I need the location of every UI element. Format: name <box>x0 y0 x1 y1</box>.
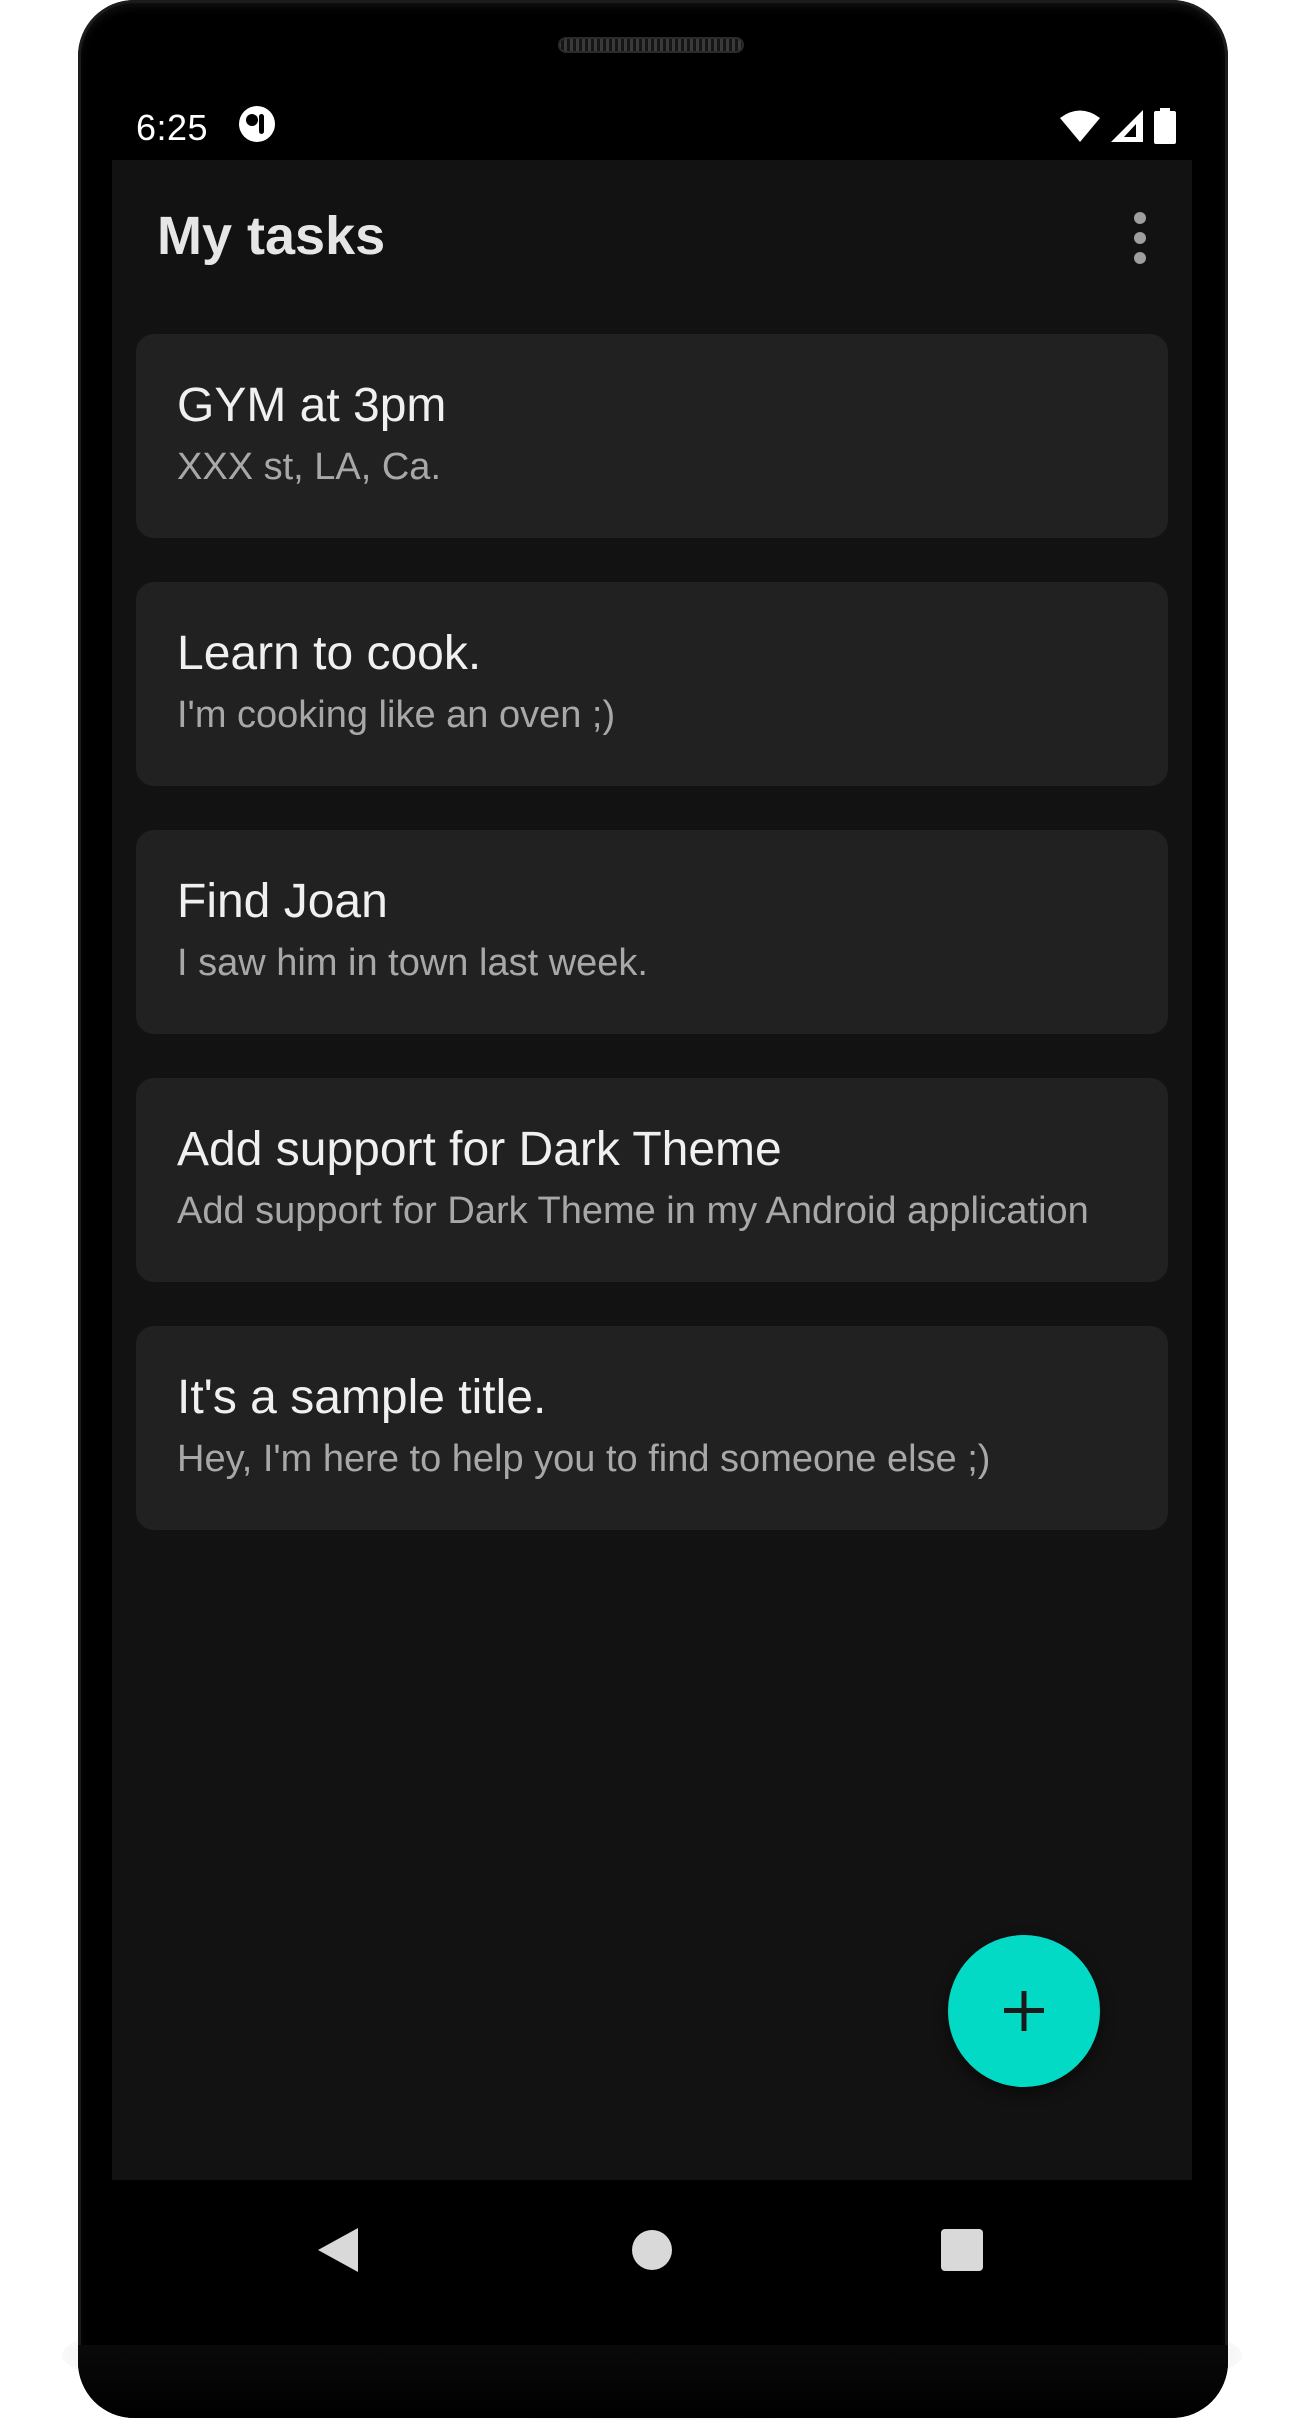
task-card[interactable]: It's a sample title. Hey, I'm here to he… <box>136 1326 1168 1530</box>
task-subtitle: Add support for Dark Theme in my Android… <box>177 1190 1089 1232</box>
circle-app-icon <box>239 106 275 142</box>
recents-icon[interactable] <box>922 2210 1002 2290</box>
status-bar: 6:25 <box>112 95 1192 160</box>
task-title: Learn to cook. <box>177 627 482 680</box>
app-screen: My tasks GYM at 3pm XXX st, LA, Ca. Lear… <box>112 160 1192 2180</box>
add-task-button[interactable] <box>948 1935 1100 2087</box>
task-card[interactable]: GYM at 3pm XXX st, LA, Ca. <box>136 334 1168 538</box>
back-icon[interactable] <box>298 2210 378 2290</box>
task-card[interactable]: Add support for Dark Theme Add support f… <box>136 1078 1168 1282</box>
app-bar: My tasks <box>112 160 1192 320</box>
task-title: Add support for Dark Theme <box>177 1123 782 1176</box>
home-icon[interactable] <box>612 2210 692 2290</box>
more-vert-icon[interactable] <box>1128 208 1152 268</box>
earpiece-speaker <box>558 37 744 53</box>
task-title: GYM at 3pm <box>177 379 447 432</box>
task-subtitle: Hey, I'm here to help you to find someon… <box>177 1438 991 1480</box>
task-card[interactable]: Find Joan I saw him in town last week. <box>136 830 1168 1034</box>
task-card[interactable]: Learn to cook. I'm cooking like an oven … <box>136 582 1168 786</box>
status-time: 6:25 <box>136 107 209 148</box>
battery-icon <box>1154 108 1176 144</box>
task-subtitle: I saw him in town last week. <box>177 942 648 984</box>
cell-signal-icon <box>1111 110 1143 142</box>
status-icons <box>1060 107 1176 145</box>
device-mockup: 6:25 My tasks GYM at 3pm XXX st, LA, Ca.… <box>0 0 1305 2430</box>
wifi-icon <box>1060 110 1100 142</box>
system-nav-bar <box>112 2180 1192 2320</box>
plus-icon <box>1004 1991 1044 2031</box>
phone-chin <box>78 2345 1228 2418</box>
task-title: Find Joan <box>177 875 388 928</box>
page-title: My tasks <box>157 206 386 266</box>
task-subtitle: I'm cooking like an oven ;) <box>177 694 616 736</box>
task-subtitle: XXX st, LA, Ca. <box>177 446 441 488</box>
task-title: It's a sample title. <box>177 1371 547 1424</box>
